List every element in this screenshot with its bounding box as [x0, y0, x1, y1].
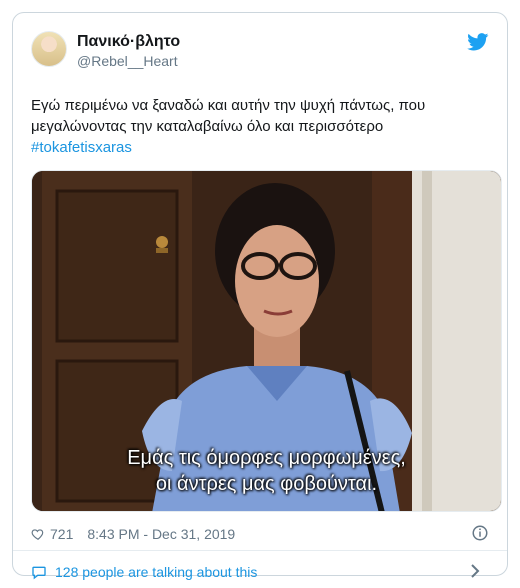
tweet-text: Εγώ περιμένω να ξαναδώ και αυτήν την ψυχ… — [31, 95, 491, 158]
conversation-count-text[interactable]: 128 people are talking about this — [55, 564, 257, 580]
tweet-meta: 721 8:43 PM - Dec 31, 2019 — [31, 524, 489, 544]
user-handle[interactable]: @Rebel__Heart — [77, 52, 180, 70]
divider — [13, 550, 507, 551]
tweet-text-line-2: μεγαλώνοντας την καταλαβαίνω όλο και περ… — [31, 118, 384, 135]
user-info[interactable]: Πανικό·βλητο @Rebel__Heart — [77, 32, 180, 70]
tweet-timestamp[interactable]: 8:43 PM - Dec 31, 2019 — [87, 524, 235, 544]
hashtag-link[interactable]: #tokafetisxaras — [31, 137, 491, 158]
avatar[interactable] — [31, 31, 67, 67]
info-icon[interactable] — [471, 524, 489, 542]
heart-icon[interactable] — [31, 527, 45, 541]
conversation-link[interactable]: 128 people are talking about this — [31, 560, 489, 584]
chevron-right-icon[interactable] — [469, 563, 481, 579]
speech-bubble-icon — [32, 566, 46, 580]
like-count[interactable]: 721 — [50, 524, 73, 544]
twitter-bird-icon[interactable] — [467, 33, 489, 51]
tweet-text-line-1: Εγώ περιμένω να ξαναδώ και αυτήν την ψυχ… — [31, 97, 426, 114]
media-subtitle-line-1: Εμάς τις όμορφες μορφωμένες, — [127, 447, 406, 469]
display-name[interactable]: Πανικό·βλητο — [77, 32, 180, 52]
like-action[interactable]: 721 — [31, 524, 73, 544]
tweet-header: Πανικό·βλητο @Rebel__Heart — [31, 31, 489, 79]
tweet-card: Πανικό·βλητο @Rebel__Heart Εγώ περιμένω … — [12, 12, 508, 580]
media-subtitle-line-2: οι άντρες μας φοβούνται. — [155, 473, 378, 495]
tweet-media-image[interactable]: Εμάς τις όμορφες μορφωμένες, οι άντρες μ… — [31, 170, 502, 512]
media-subtitle: Εμάς τις όμορφες μορφωμένες, οι άντρες μ… — [32, 445, 501, 497]
